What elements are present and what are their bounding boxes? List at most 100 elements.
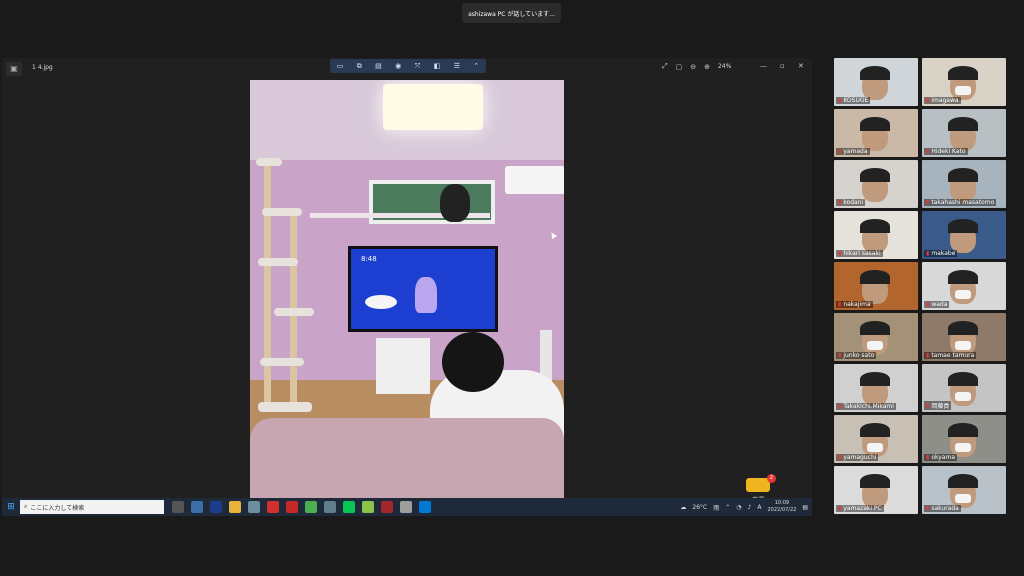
zoom-out-icon[interactable]: ⊖ (690, 63, 696, 71)
ime-icon[interactable] (400, 501, 412, 513)
minimize-icon[interactable]: — (760, 62, 767, 70)
close-icon[interactable]: ✕ (798, 62, 804, 70)
chrome-icon[interactable] (305, 501, 317, 513)
viewer-toolbar: ▭ ⧉ ▤ ◉ ⤧ ◧ ☰ ⌃ (330, 59, 486, 73)
adjust-icon[interactable]: ☰ (454, 62, 460, 70)
acrobat-icon[interactable] (267, 501, 279, 513)
maps-icon[interactable] (362, 501, 374, 513)
jw-icon[interactable] (210, 501, 222, 513)
weather-temp: 26°C (692, 503, 708, 511)
mic-muted-icon: ▮ (926, 505, 930, 512)
participant-tile[interactable]: ▮ junko sato (834, 313, 918, 361)
participant-tile[interactable]: ▮ KOSUGE (834, 58, 918, 106)
remote-control-icon: 2 (746, 474, 776, 492)
store-icon[interactable] (191, 501, 203, 513)
collapse-icon[interactable]: ⌃ (473, 62, 479, 70)
participant-tile[interactable]: ▮ nakajima (834, 262, 918, 310)
viewer-right-controls: ⤢ ▢ ⊖ ⊕ 24% (662, 62, 731, 71)
cloud-icon[interactable] (324, 501, 336, 513)
participant-name: ▮ Takakichi.Mikami (836, 403, 896, 410)
compare-icon[interactable]: ◧ (434, 62, 441, 70)
mic-muted-icon: ▮ (838, 250, 842, 257)
shared-screen: ▣ 1 4.jpg ▭ ⧉ ▤ ◉ ⤧ ◧ ☰ ⌃ ⤢ ▢ ⊖ ⊕ 24% — … (2, 58, 812, 516)
zoom-level: 24% (717, 63, 732, 70)
participant-name: ▮ takahashi masatomo (924, 199, 997, 206)
photos-icon[interactable] (419, 501, 431, 513)
participant-tile[interactable]: ▮ Hideki Kato (922, 109, 1006, 157)
participant-name: ▮ kodani (836, 199, 866, 206)
viewer-canvas: 8:48 (2, 80, 812, 498)
television: 8:48 (348, 246, 498, 332)
mic-muted-icon: ▮ (838, 301, 842, 308)
mic-muted-icon: ▮ (838, 505, 842, 512)
participant-tile[interactable]: ▮ makabe (922, 211, 1006, 259)
participant-name: ▮ hikari sasaki (836, 250, 883, 257)
participant-tile[interactable]: ▮ takahashi masatomo (922, 160, 1006, 208)
maximize-icon[interactable]: ▫ (780, 62, 785, 70)
participant-tile[interactable]: ▮ yamaguchi (834, 415, 918, 463)
participant-name: ▮ yamaguchi (836, 454, 879, 461)
participant-tile[interactable]: ▮ sakurada (922, 466, 1006, 514)
line-icon[interactable] (343, 501, 355, 513)
zoom-in-icon[interactable]: ⊕ (704, 63, 710, 71)
participant-name: ▮ wada (924, 301, 950, 308)
photos-app-icon[interactable]: ▣ (6, 62, 22, 76)
weather-desc: 雨 (713, 504, 720, 512)
participant-name: ▮ Hideki Kato (924, 148, 968, 155)
living-room-photo: 8:48 (250, 80, 564, 498)
mic-muted-icon: ▮ (926, 301, 930, 308)
print-icon[interactable]: ▤ (375, 62, 382, 70)
participant-name: ▮ okyama (924, 454, 957, 461)
participant-name: ▮ yamazaki PC (836, 505, 884, 512)
volume-icon[interactable]: ♪ (748, 504, 752, 511)
network-icon[interactable]: ◔ (736, 504, 741, 511)
access-icon[interactable] (381, 501, 393, 513)
participant-tile[interactable]: ▮ 岡藤貢 (922, 364, 1006, 412)
remote-count: 2 (767, 474, 776, 483)
participant-name: ▮ yamada (836, 148, 870, 155)
cat (440, 184, 470, 222)
sofa (250, 418, 564, 498)
bird-icon[interactable] (248, 501, 260, 513)
participant-tile[interactable]: ▮ imagawa (922, 58, 1006, 106)
taskbar-search-input[interactable]: ⌕ ここに入力して検索 (20, 500, 164, 514)
participant-tile[interactable]: ▮ Takakichi.Mikami (834, 364, 918, 412)
mic-muted-icon: ▮ (926, 402, 930, 409)
fit-window-icon[interactable]: ▢ (676, 63, 683, 71)
mic-muted-icon: ▮ (838, 97, 842, 104)
fullscreen-icon[interactable]: ⤢ (662, 62, 668, 71)
search-icon: ⌕ (24, 503, 28, 510)
slideshow-icon[interactable]: ▭ (337, 62, 344, 70)
task-view-icon[interactable] (172, 501, 184, 513)
participant-tile[interactable]: ▮ wada (922, 262, 1006, 310)
participant-tile[interactable]: ▮ kodani (834, 160, 918, 208)
windows-start-icon[interactable]: ⊞ (2, 502, 20, 512)
mic-muted-icon: ▮ (926, 148, 930, 155)
explorer-icon[interactable] (229, 501, 241, 513)
participant-tile[interactable]: ▮ hikari sasaki (834, 211, 918, 259)
photo-viewer-titlebar: ▣ 1 4.jpg ▭ ⧉ ▤ ◉ ⤧ ◧ ☰ ⌃ ⤢ ▢ ⊖ ⊕ 24% — … (2, 58, 812, 80)
pdf-icon[interactable] (286, 501, 298, 513)
participant-tile[interactable]: ▮ okyama (922, 415, 1006, 463)
cat-tree (254, 158, 314, 412)
participant-tile[interactable]: ▮ yamazaki PC (834, 466, 918, 514)
mic-muted-icon: ▮ (926, 352, 930, 359)
ime-indicator[interactable]: A (757, 504, 761, 511)
notification-icon[interactable]: ▤ (802, 504, 808, 511)
fit-icon[interactable]: ⤧ (415, 62, 421, 71)
screen-share-banner[interactable]: ashizawa PC が話しています... (462, 3, 561, 23)
chevron-up-icon[interactable]: ⌃ (725, 504, 730, 511)
weather-icon[interactable]: ☁ (680, 504, 686, 511)
mic-muted-icon: ▮ (838, 148, 842, 155)
participant-name: ▮ tamae tamura (924, 352, 977, 359)
participant-tile[interactable]: ▮ tamae tamura (922, 313, 1006, 361)
participant-name: ▮ imagawa (924, 97, 961, 104)
taskbar-clock[interactable]: 10:09 2022/07/22 (768, 500, 797, 514)
mic-muted-icon: ▮ (926, 454, 930, 461)
windows-taskbar: ⊞ ⌕ ここに入力して検索 ☁ 26°C 雨 ⌃ ◔ ♪ A 10:09 202… (2, 498, 812, 516)
participant-tile[interactable]: ▮ yamada (834, 109, 918, 157)
mic-muted-icon: ▮ (926, 97, 930, 104)
view-icon[interactable]: ◉ (395, 62, 401, 70)
tv-stand (376, 338, 430, 394)
crop-icon[interactable]: ⧉ (357, 62, 362, 71)
